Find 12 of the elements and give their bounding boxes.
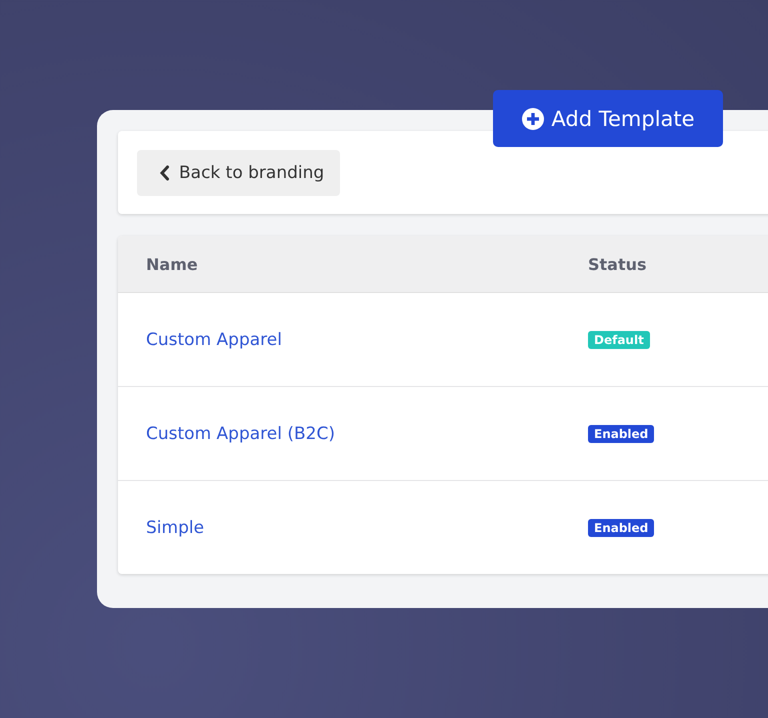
back-button[interactable]: Back to branding — [137, 150, 340, 196]
plus-circle-icon — [521, 106, 546, 130]
template-link[interactable]: Custom Apparel — [146, 330, 282, 350]
column-header: Status — [588, 254, 647, 274]
status-badge: Default — [588, 330, 650, 348]
column-header: Name — [146, 254, 199, 274]
add-template-button[interactable]: Add Template — [493, 90, 723, 147]
status-badge: Enabled — [588, 424, 654, 442]
chevron-left-icon — [159, 165, 170, 181]
status-badge: Enabled — [588, 518, 654, 536]
template-link[interactable]: Custom Apparel (B2C) — [146, 424, 335, 444]
template-link[interactable]: Simple — [146, 518, 204, 538]
